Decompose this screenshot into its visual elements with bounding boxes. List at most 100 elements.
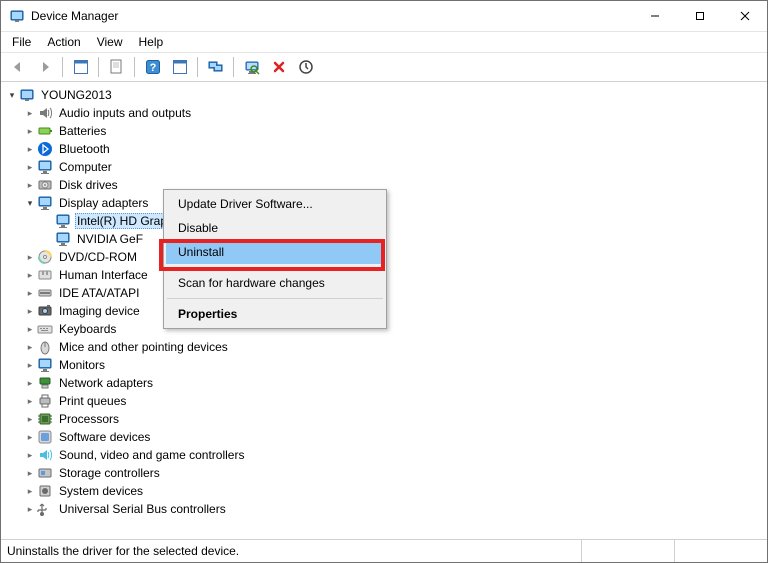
node-label: Network adapters [57,376,155,390]
ctx-properties[interactable]: Properties [166,302,384,326]
category-ide[interactable]: ▸ IDE ATA/ATAPI [19,284,767,302]
expand-icon[interactable]: ▸ [23,270,37,281]
node-label: IDE ATA/ATAPI [57,286,141,300]
expand-icon[interactable]: ▾ [5,90,19,101]
maximize-button[interactable] [677,1,722,31]
node-label: Monitors [57,358,107,372]
expand-icon[interactable]: ▸ [23,360,37,371]
category-imaging[interactable]: ▸ Imaging device [19,302,767,320]
node-label: Print queues [57,394,128,408]
device-intel-hd[interactable]: Intel(R) HD Graphics 4600 [37,212,767,230]
expand-icon[interactable]: ▸ [23,108,37,119]
menu-file[interactable]: File [5,34,38,50]
expand-icon[interactable]: ▸ [23,288,37,299]
category-mice[interactable]: ▸Mice and other pointing devices [19,338,767,356]
category-disk[interactable]: ▸ Disk drives [19,176,767,194]
category-monitors[interactable]: ▸ Monitors [19,356,767,374]
expand-icon[interactable]: ▸ [23,504,37,515]
device-manager-window: Device Manager File Action View Help ▾YO… [0,0,768,563]
category-sound[interactable]: ▸Sound, video and game controllers [19,446,767,464]
expand-icon[interactable]: ▸ [23,468,37,479]
expand-icon[interactable]: ▸ [23,378,37,389]
category-audio[interactable]: ▸Audio inputs and outputs [19,104,767,122]
minimize-button[interactable] [632,1,677,31]
node-label: System devices [57,484,145,498]
menubar: File Action View Help [1,32,767,53]
window-title: Device Manager [31,9,118,23]
node-label: Human Interface [57,268,150,282]
expand-icon[interactable]: ▸ [23,306,37,317]
back-button[interactable] [5,55,30,80]
expand-icon[interactable]: ▸ [23,324,37,335]
device-nvidia[interactable]: NVIDIA GeF [37,230,767,248]
menu-help[interactable]: Help [132,34,171,50]
category-software[interactable]: ▸ Software devices [19,428,767,446]
expand-icon[interactable]: ▸ [23,162,37,173]
close-button[interactable] [722,1,767,31]
expand-icon[interactable]: ▸ [23,450,37,461]
node-label: NVIDIA GeF [75,232,145,246]
node-label: Storage controllers [57,466,162,480]
category-computer[interactable]: ▸Computer [19,158,767,176]
category-storage[interactable]: ▸ Storage controllers [19,464,767,482]
category-batteries[interactable]: ▸Batteries [19,122,767,140]
system-icon [37,483,53,499]
node-label: Imaging device [57,304,142,318]
category-usb[interactable]: ▸Universal Serial Bus controllers [19,500,767,518]
disk-icon [37,177,53,193]
uninstall-button[interactable] [266,55,291,80]
expand-icon[interactable]: ▸ [23,414,37,425]
menu-action[interactable]: Action [40,34,87,50]
monitor-icon [37,357,53,373]
category-network[interactable]: ▸ Network adapters [19,374,767,392]
expand-icon[interactable]: ▸ [23,396,37,407]
show-hide-tree-button[interactable] [68,55,93,80]
ide-icon [37,285,53,301]
ctx-disable[interactable]: Disable [166,216,384,240]
category-keyboards[interactable]: ▸Keyboards [19,320,767,338]
action-button[interactable] [167,55,192,80]
node-label: Disk drives [57,178,120,192]
speaker-icon [37,105,53,121]
category-dvd[interactable]: ▸DVD/CD-ROM [19,248,767,266]
statusbar: Uninstalls the driver for the selected d… [1,539,767,562]
printer-icon [37,393,53,409]
expand-icon[interactable]: ▸ [23,342,37,353]
node-label: Display adapters [57,196,150,210]
node-label: Software devices [57,430,152,444]
category-bluetooth[interactable]: ▸Bluetooth [19,140,767,158]
status-text: Uninstalls the driver for the selected d… [1,540,582,562]
root-node[interactable]: ▾YOUNG2013 [1,86,767,104]
camera-icon [37,303,53,319]
category-processors[interactable]: ▸Processors [19,410,767,428]
scan-hardware-button[interactable] [239,55,264,80]
expand-icon[interactable]: ▸ [23,432,37,443]
category-display[interactable]: ▾ Display adapters [19,194,767,212]
category-print[interactable]: ▸ Print queues [19,392,767,410]
category-system[interactable]: ▸ System devices [19,482,767,500]
forward-button[interactable] [32,55,57,80]
update-button[interactable] [293,55,318,80]
menu-view[interactable]: View [90,34,130,50]
app-icon [9,8,25,24]
properties-button[interactable] [104,55,129,80]
ctx-uninstall[interactable]: Uninstall [166,240,384,264]
hid-icon [37,267,53,283]
expand-icon[interactable]: ▸ [23,180,37,191]
collapse-icon[interactable]: ▾ [23,198,37,209]
context-menu: Update Driver Software... Disable Uninst… [163,189,387,329]
bluetooth-icon [37,141,53,157]
update-driver-button[interactable] [203,55,228,80]
help-button[interactable] [140,55,165,80]
network-icon [37,375,53,391]
expand-icon[interactable]: ▸ [23,252,37,263]
sound-icon [37,447,53,463]
expand-icon[interactable]: ▸ [23,126,37,137]
expand-icon[interactable]: ▸ [23,144,37,155]
category-hid[interactable]: ▸ Human Interface [19,266,767,284]
expand-icon[interactable]: ▸ [23,486,37,497]
ctx-scan[interactable]: Scan for hardware changes [166,271,384,295]
ctx-update-driver[interactable]: Update Driver Software... [166,192,384,216]
monitor-icon [37,159,53,175]
keyboard-icon [37,321,53,337]
